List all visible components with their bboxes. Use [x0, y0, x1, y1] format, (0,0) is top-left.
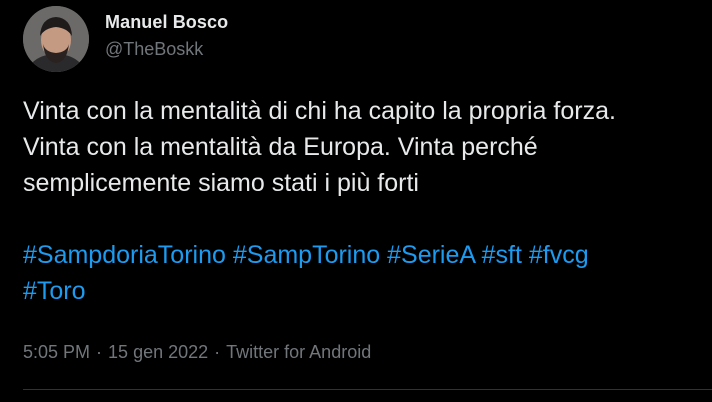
avatar[interactable]: [23, 6, 89, 72]
hashtag-link[interactable]: #SampTorino: [233, 241, 380, 269]
hashtag-link[interactable]: #SerieA: [387, 241, 475, 269]
hashtag-line: #SampdoriaTorino #SampTorino #SerieA #sf…: [23, 237, 712, 273]
timestamp-date[interactable]: 15 gen 2022: [108, 342, 208, 362]
avatar-image: [23, 6, 89, 72]
tweet-meta: 5:05 PM · 15 gen 2022 · Twitter for Android: [23, 342, 371, 363]
meta-separator: ·: [96, 342, 103, 362]
tweet-text-line: semplicemente siamo stati i più forti: [23, 169, 419, 197]
tweet-text-line: Vinta con la mentalità da Europa. Vinta …: [23, 133, 538, 161]
tweet: Manuel Bosco @TheBoskk Vinta con la ment…: [0, 0, 712, 402]
display-name[interactable]: Manuel Bosco: [105, 12, 228, 33]
meta-separator: ·: [214, 342, 221, 362]
hashtag-link[interactable]: #sft: [482, 241, 522, 269]
divider: [23, 389, 712, 390]
hashtag-link[interactable]: #SampdoriaTorino: [23, 241, 226, 269]
hashtag-line: #Toro: [23, 273, 712, 309]
tweet-source[interactable]: Twitter for Android: [226, 342, 371, 362]
timestamp-time[interactable]: 5:05 PM: [23, 342, 90, 362]
hashtag-link[interactable]: #fvcg: [529, 241, 589, 269]
handle[interactable]: @TheBoskk: [105, 39, 203, 60]
tweet-text-line: Vinta con la mentalità di chi ha capito …: [23, 97, 616, 125]
hashtag-link[interactable]: #Toro: [23, 277, 86, 305]
tweet-text: Vinta con la mentalità di chi ha capito …: [23, 93, 712, 309]
